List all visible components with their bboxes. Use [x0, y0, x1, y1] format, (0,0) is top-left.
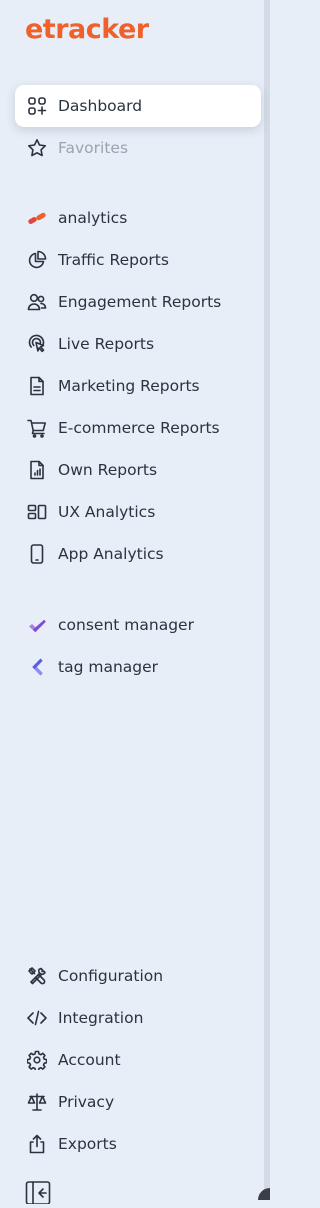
- users-icon: [26, 291, 48, 313]
- nav-item-favorites[interactable]: Favorites: [15, 127, 261, 169]
- nav-item-label: Live Reports: [58, 335, 155, 353]
- nav-item-tag-manager[interactable]: tag manager: [15, 646, 261, 688]
- nav-item-consent-manager[interactable]: consent manager: [15, 604, 261, 646]
- nav-item-app-analytics[interactable]: App Analytics: [15, 533, 261, 575]
- tag-manager-logo-icon: [26, 656, 48, 678]
- window-corner: [258, 1188, 270, 1200]
- nav-item-label: Favorites: [58, 139, 129, 157]
- nav-item-label: Marketing Reports: [58, 377, 200, 395]
- nav-item-ux-analytics[interactable]: UX Analytics: [15, 491, 261, 533]
- nav-item-label: UX Analytics: [58, 503, 156, 521]
- smartphone-icon: [26, 543, 48, 565]
- nav-item-label: E-commerce Reports: [58, 419, 220, 437]
- nav-item-account[interactable]: Account: [15, 1039, 261, 1081]
- document-icon: [26, 375, 48, 397]
- nav-item-label: Integration: [58, 1009, 144, 1027]
- nav-item-label: Own Reports: [58, 461, 158, 479]
- collapse-sidebar-button[interactable]: [25, 1180, 51, 1205]
- code-icon: [26, 1007, 48, 1029]
- cart-icon: [26, 417, 48, 439]
- etracker-logo: etracker: [25, 14, 149, 45]
- star-icon: [26, 137, 48, 159]
- analytics-logo-icon: [26, 207, 48, 229]
- nav-item-label: Account: [58, 1051, 121, 1069]
- nav-item-engagement-reports[interactable]: Engagement Reports: [15, 281, 261, 323]
- nav-item-label: analytics: [58, 209, 128, 227]
- nav-item-label: Traffic Reports: [58, 251, 169, 269]
- nav-item-marketing-reports[interactable]: Marketing Reports: [15, 365, 261, 407]
- nav-item-label: tag manager: [58, 658, 159, 676]
- nav-item-label: Exports: [58, 1135, 117, 1153]
- layout-icon: [26, 501, 48, 523]
- nav-item-analytics[interactable]: analytics: [15, 197, 261, 239]
- nav-item-label: Dashboard: [58, 97, 143, 115]
- nav-item-exports[interactable]: Exports: [15, 1123, 261, 1165]
- nav-item-label: consent manager: [58, 616, 194, 634]
- nav-item-ecommerce-reports[interactable]: E-commerce Reports: [15, 407, 261, 449]
- nav-item-label: Configuration: [58, 967, 164, 985]
- nav-item-dashboard[interactable]: Dashboard: [15, 85, 261, 127]
- nav-item-live-reports[interactable]: Live Reports: [15, 323, 261, 365]
- nav-item-configuration[interactable]: Configuration: [15, 955, 261, 997]
- share-icon: [26, 1133, 48, 1155]
- dashboard-icon: [26, 95, 48, 117]
- nav-item-traffic-reports[interactable]: Traffic Reports: [15, 239, 261, 281]
- nav-item-integration[interactable]: Integration: [15, 997, 261, 1039]
- tools-icon: [26, 965, 48, 987]
- nav-item-label: Engagement Reports: [58, 293, 222, 311]
- pie-chart-icon: [26, 249, 48, 271]
- nav-item-label: Privacy: [58, 1093, 115, 1111]
- nav-item-label: App Analytics: [58, 545, 164, 563]
- nav-item-own-reports[interactable]: Own Reports: [15, 449, 261, 491]
- sidebar-edge: [264, 0, 270, 1200]
- gear-icon: [26, 1049, 48, 1071]
- live-pointer-icon: [26, 333, 48, 355]
- report-file-icon: [26, 459, 48, 481]
- nav-item-privacy[interactable]: Privacy: [15, 1081, 261, 1123]
- collapse-sidebar-icon: [25, 1181, 51, 1208]
- scale-icon: [26, 1091, 48, 1113]
- consent-logo-icon: [26, 614, 48, 636]
